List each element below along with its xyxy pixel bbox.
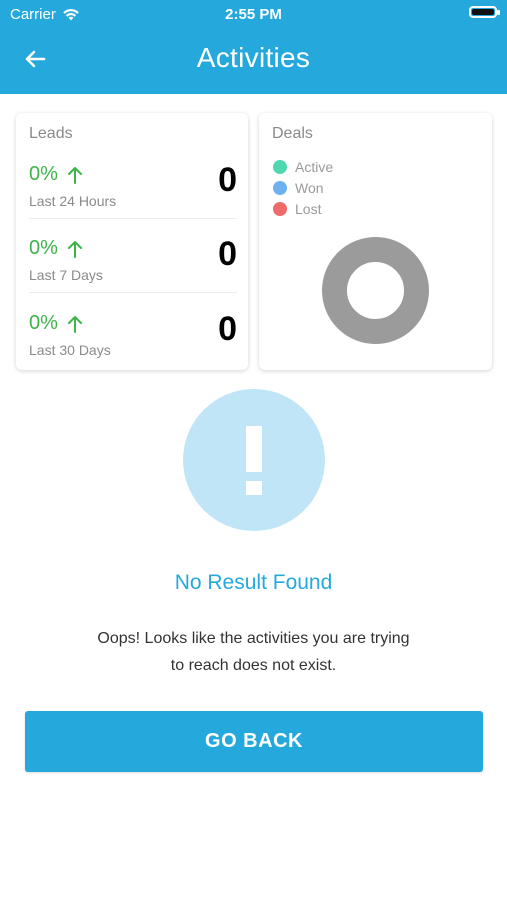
legend-dot-won [273,180,287,195]
deals-legend: Active Won Lost [273,156,333,219]
legend-label: Won [295,179,324,196]
exclamation-dot [246,481,262,495]
exclamation-bar [246,426,262,472]
leads-card: Leads 0% Last 24 Hours 0 0% Last 7 Days … [16,113,248,370]
legend-dot-active [273,159,287,174]
lead-period: Last 24 Hours [29,193,117,209]
arrow-up-icon [67,240,82,258]
exclamation-icon [183,389,325,531]
lead-count: 0 [218,235,237,273]
arrow-up-icon [67,166,82,184]
go-back-button[interactable]: GO BACK [25,711,483,772]
lead-percent-value: 0% [29,163,58,185]
lead-row-last-24-hours: 0% Last 24 Hours 0 [29,163,237,235]
legend-label: Lost [295,200,322,217]
status-time: 2:55 PM [225,6,282,23]
empty-state-message-line-2: to reach does not exist. [170,657,337,674]
empty-state-message: Oops! Looks like the activities you are … [70,625,437,679]
leads-title: Leads [29,125,73,142]
lead-count: 0 [218,161,237,199]
deals-title: Deals [272,125,313,142]
legend-item-active: Active [273,156,333,177]
empty-state-message-line-1: Oops! Looks like the activities you are … [97,630,410,647]
app-header: Carrier 2:55 PM Activities [0,0,507,94]
lead-percent: 0% [29,237,82,260]
legend-item-lost: Lost [273,198,333,219]
lead-percent-value: 0% [29,312,58,334]
lead-period: Last 30 Days [29,342,111,358]
deals-card: Deals Active Won Lost [259,113,492,370]
divider [29,292,237,293]
legend-item-won: Won [273,177,333,198]
arrow-up-icon [67,315,82,333]
lead-period: Last 7 Days [29,267,103,283]
empty-state-title: No Result Found [174,571,333,594]
lead-count: 0 [218,310,237,348]
lead-row-last-7-days: 0% Last 7 Days 0 [29,237,237,309]
legend-label: Active [295,158,334,175]
deals-donut-chart [322,237,429,344]
lead-percent: 0% [29,163,82,186]
status-bar: Carrier 2:55 PM [0,0,507,30]
battery-icon [469,6,500,18]
lead-row-last-30-days: 0% Last 30 Days 0 [29,312,237,384]
donut-ring [322,237,429,344]
lead-percent: 0% [29,312,82,335]
divider [29,218,237,219]
page-title: Activities [196,42,311,73]
legend-dot-lost [273,201,287,216]
lead-percent-value: 0% [29,237,58,259]
